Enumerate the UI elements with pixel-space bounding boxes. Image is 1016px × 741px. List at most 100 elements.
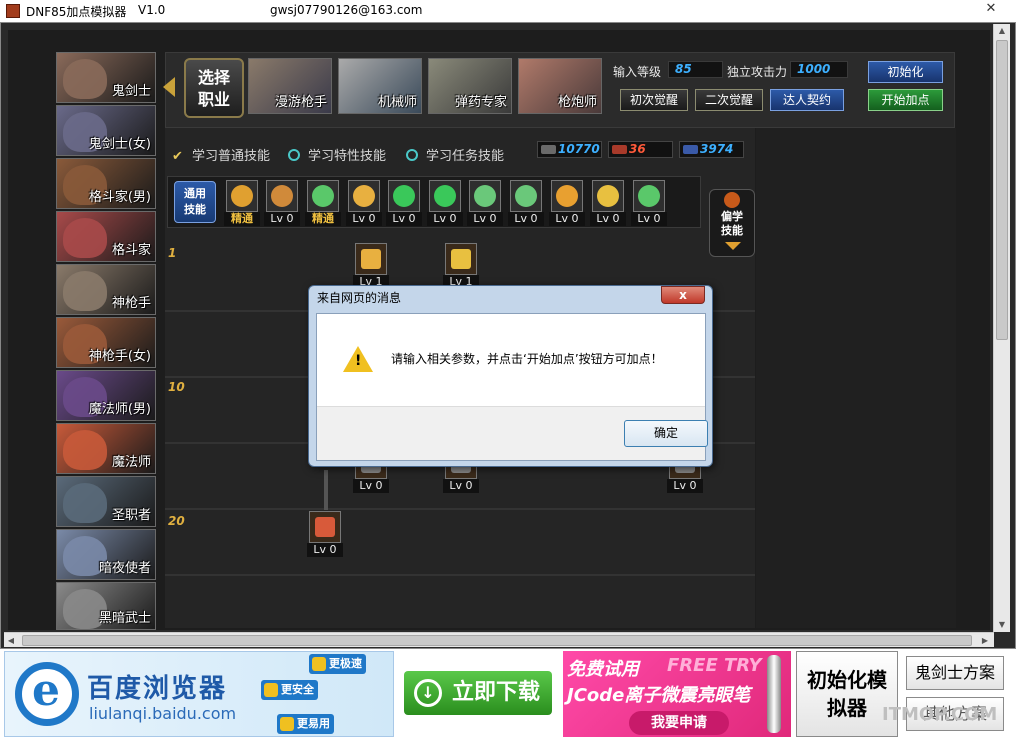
- class-item[interactable]: 鬼剑士(女): [56, 105, 156, 156]
- class-item[interactable]: 魔法师(男): [56, 370, 156, 421]
- class-item[interactable]: 圣职者: [56, 476, 156, 527]
- tp-icon: [612, 145, 627, 154]
- skill-tree-divider: [165, 574, 755, 576]
- slayer-plan-button[interactable]: 鬼剑士方案: [906, 656, 1004, 690]
- class-label: 鬼剑士: [111, 84, 151, 99]
- common-skill-slot[interactable]: Lv 0: [590, 180, 626, 226]
- scroll-left-icon[interactable]: ◀: [4, 633, 18, 648]
- class-portrait: [63, 59, 107, 99]
- first-awaken-button[interactable]: 初次觉醒: [620, 89, 688, 111]
- skill-learn-toggle[interactable]: 偏学 技能: [709, 189, 755, 257]
- class-item[interactable]: 暗夜使者: [56, 529, 156, 580]
- common-skill-slot[interactable]: Lv 0: [386, 180, 422, 226]
- common-skill-slot[interactable]: 精通: [224, 180, 260, 226]
- promo-line2: JCode离子微震亮眼笔: [567, 685, 751, 706]
- common-skill-slot[interactable]: Lv 0: [427, 180, 463, 226]
- vertical-scrollbar[interactable]: ▲ ▼: [993, 24, 1010, 632]
- tab-normal-skills[interactable]: ✔ 学习普通技能: [172, 145, 270, 164]
- skill-icon: [429, 180, 461, 212]
- skill-level: Lv 0: [427, 212, 463, 226]
- window-title-bar: DNF85加点模拟器 V1.0 gwsj07790126@163.com ✕: [0, 0, 1016, 22]
- skill-level: Lv 0: [443, 479, 479, 493]
- class-item[interactable]: 神枪手(女): [56, 317, 156, 368]
- common-skill-slot[interactable]: Lv 0: [264, 180, 300, 226]
- select-class-button[interactable]: 选择 职业: [184, 58, 244, 118]
- skill-icon: [307, 180, 339, 212]
- skill-level: Lv 0: [307, 543, 343, 557]
- attack-input[interactable]: 1000: [790, 61, 848, 78]
- apply-button[interactable]: 我要申请: [629, 711, 729, 735]
- common-skills-tab[interactable]: 通用 技能: [174, 181, 216, 223]
- common-skill-slot[interactable]: Lv 0: [631, 180, 667, 226]
- start-allocate-button[interactable]: 开始加点: [868, 89, 943, 111]
- dialog-close-button[interactable]: x: [661, 286, 705, 304]
- tab-quest-skills[interactable]: 学习任务技能: [406, 145, 504, 164]
- skill-icon: [445, 243, 477, 275]
- ad-title: 百度浏览器: [87, 674, 228, 704]
- skill-icon: [551, 180, 583, 212]
- class-item[interactable]: 格斗家(男): [56, 158, 156, 209]
- dialog-message: 请输入相关参数，并点击‘开始加点’按钮方可加点！: [391, 352, 663, 366]
- horizontal-scrollbar[interactable]: ◀ ▶: [4, 632, 994, 647]
- level-input[interactable]: 85: [668, 61, 723, 78]
- class-portrait: [63, 218, 107, 258]
- dialog-title: 来自网页的消息: [317, 291, 402, 305]
- skill-level: Lv 0: [667, 479, 703, 493]
- common-skill-slot[interactable]: Lv 0: [467, 180, 503, 226]
- tree-skill-slot[interactable]: Lv 1: [443, 243, 479, 289]
- attack-label: 独立攻击力: [727, 65, 788, 79]
- download-label: 立即下载: [452, 680, 541, 705]
- class-item[interactable]: 格斗家: [56, 211, 156, 262]
- init-button[interactable]: 初始化: [868, 61, 943, 83]
- subclass-label: 弹药专家: [454, 95, 507, 110]
- download-arrow-icon: ↓: [414, 679, 442, 707]
- subclass-label: 枪炮师: [557, 95, 597, 110]
- arrow-left-icon[interactable]: [163, 77, 175, 97]
- window-close-button[interactable]: ✕: [968, 0, 1014, 18]
- skill-learn-line2: 技能: [721, 224, 743, 237]
- common-skill-slot[interactable]: 精通: [305, 180, 341, 226]
- radio-icon: [288, 149, 300, 161]
- subclass-item[interactable]: 机械师: [338, 58, 422, 114]
- subclass-item[interactable]: 弹药专家: [428, 58, 512, 114]
- master-contract-button[interactable]: 达人契约: [770, 89, 844, 111]
- scroll-up-icon[interactable]: ▲: [996, 24, 1008, 38]
- second-awaken-button[interactable]: 二次觉醒: [695, 89, 763, 111]
- init-simulator-line1: 初始化模: [807, 668, 887, 692]
- sp-icon: [541, 145, 556, 154]
- tab-special-skills[interactable]: 学习特性技能: [288, 145, 386, 164]
- common-skill-slot[interactable]: Lv 0: [508, 180, 544, 226]
- skill-level: Lv 0: [549, 212, 585, 226]
- tab-quest-label: 学习任务技能: [426, 149, 505, 164]
- common-skill-slot[interactable]: Lv 0: [549, 180, 585, 226]
- class-item[interactable]: 黑暗武士: [56, 582, 156, 630]
- alert-dialog: 来自网页的消息 x ! 请输入相关参数，并点击‘开始加点’按钮方可加点！ 确定: [308, 285, 713, 467]
- skill-level: Lv 0: [346, 212, 382, 226]
- promo-ad[interactable]: 免费试用 FREE TRY JCode离子微震亮眼笔 我要申请: [563, 651, 791, 737]
- download-now-button[interactable]: ↓ 立即下载: [404, 671, 552, 715]
- scroll-right-icon[interactable]: ▶: [978, 633, 992, 648]
- quest-points: 3974: [679, 141, 744, 158]
- horizontal-scroll-thumb[interactable]: [22, 635, 972, 646]
- vertical-scroll-thumb[interactable]: [996, 40, 1008, 340]
- subclass-item[interactable]: 枪炮师: [518, 58, 602, 114]
- ad-url: liulanqi.baidu.com: [89, 704, 237, 723]
- ad-badge: 更易用: [277, 714, 334, 734]
- tree-skill-slot[interactable]: Lv 0: [307, 511, 343, 557]
- class-label: 神枪手(女): [88, 349, 151, 364]
- ok-button[interactable]: 确定: [624, 420, 708, 447]
- ad-badge: 更极速: [309, 654, 366, 674]
- class-label: 魔法师: [111, 455, 151, 470]
- browser-logo-icon: e: [15, 662, 79, 726]
- class-item[interactable]: 神枪手: [56, 264, 156, 315]
- scroll-down-icon[interactable]: ▼: [996, 618, 1008, 632]
- class-item[interactable]: 鬼剑士: [56, 52, 156, 103]
- tp-points: 36: [608, 141, 673, 158]
- right-blank-panel: [756, 128, 956, 628]
- subclass-item[interactable]: 漫游枪手: [248, 58, 332, 114]
- window-version: V1.0: [138, 3, 166, 17]
- common-skill-slot[interactable]: Lv 0: [346, 180, 382, 226]
- tree-skill-slot[interactable]: Lv 1: [353, 243, 389, 289]
- class-item[interactable]: 魔法师: [56, 423, 156, 474]
- baidu-browser-ad[interactable]: e 百度浏览器 liulanqi.baidu.com 更极速 更安全 更易用: [4, 651, 394, 737]
